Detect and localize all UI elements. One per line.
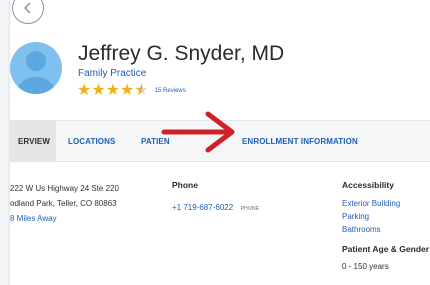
person-icon (17, 51, 55, 94)
provider-card: Jeffrey G. Snyder, MD Family Practice ★ … (10, 0, 430, 285)
tab-label: ERVIEW (17, 136, 50, 146)
provider-name: Jeffrey G. Snyder, MD (78, 42, 285, 65)
phone-type-label: PHONE (240, 206, 260, 212)
phone-number-link[interactable]: +1 719-687-6022 (172, 203, 233, 212)
accessibility-heading: Accessibility (342, 180, 394, 190)
back-button[interactable] (12, 0, 44, 24)
tab-locations[interactable]: LOCATIONS (68, 121, 115, 161)
phone-heading: Phone (172, 180, 198, 190)
star-rating: ★ ★ ★ ★ ★ (77, 82, 149, 100)
patient-age-heading: Patient Age & Gender (342, 244, 430, 254)
address-line-2: odland Park, Teller, CO 80863 (10, 199, 117, 208)
accessibility-item[interactable]: Exterior Building (342, 197, 400, 210)
star-icon: ★ (91, 82, 106, 99)
rating: ★ ★ ★ ★ ★ 15 Reviews (77, 82, 186, 100)
phone-row: +1 719-687-6022 PHONE (172, 197, 259, 215)
chevron-left-icon (23, 2, 31, 14)
half-star-icon: ★ (134, 83, 148, 100)
reviews-link[interactable]: 15 Reviews (155, 88, 186, 94)
address-block: 222 W Us Highway 24 Ste 220 odland Park,… (10, 181, 119, 226)
distance-link[interactable]: 8 Miles Away (10, 211, 119, 226)
provider-specialty[interactable]: Family Practice (78, 68, 146, 79)
accessibility-item[interactable]: Bathrooms (342, 223, 400, 236)
star-icon: ★ (77, 82, 92, 99)
tab-overview[interactable]: ERVIEW (10, 121, 56, 161)
tab-label: ENROLLMENT INFORMATION (242, 136, 358, 146)
patient-age-value: 0 - 150 years (342, 262, 389, 271)
star-icon: ★ (120, 82, 135, 99)
tab-enrollment-information[interactable]: ENROLLMENT INFORMATION (242, 121, 358, 161)
red-arrow-annotation (161, 111, 235, 153)
accessibility-item[interactable]: Parking (342, 210, 400, 223)
address-line-1: 222 W Us Highway 24 Ste 220 (10, 184, 119, 193)
accessibility-list: Exterior Building Parking Bathrooms (342, 197, 400, 236)
tab-label: LOCATIONS (68, 136, 116, 146)
star-icon: ★ (105, 82, 121, 99)
avatar (10, 42, 62, 94)
